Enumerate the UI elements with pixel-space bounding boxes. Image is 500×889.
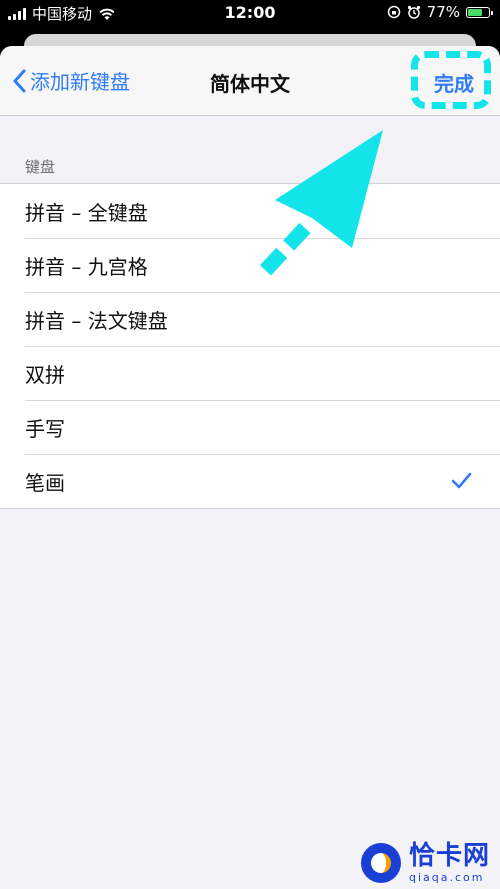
status-right: 77% xyxy=(387,3,493,21)
checkmark-icon xyxy=(451,472,472,489)
keyboard-label: 手写 xyxy=(25,416,65,441)
keyboard-row[interactable]: 双拼 xyxy=(0,346,500,400)
watermark-text: 恰卡网 qiaqa.com xyxy=(409,843,490,883)
status-bar: 中国移动 12:00 77% xyxy=(0,0,500,26)
keyboard-label: 拼音 – 全键盘 xyxy=(25,200,148,225)
watermark-logo-icon xyxy=(360,843,401,883)
keyboard-row[interactable]: 拼音 – 法文键盘 xyxy=(0,292,500,346)
keyboard-label: 拼音 – 九宫格 xyxy=(25,254,148,279)
battery-icon xyxy=(466,6,493,18)
section-header: 键盘 xyxy=(25,158,56,176)
keyboard-row[interactable]: 手写 xyxy=(0,400,500,454)
alarm-icon xyxy=(407,5,420,19)
keyboard-list: 拼音 – 全键盘 拼音 – 九宫格 拼音 – 法文键盘 双拼手写笔画 xyxy=(0,183,500,509)
keyboard-row[interactable]: 拼音 – 全键盘 xyxy=(0,184,500,238)
battery-percent: 77% xyxy=(426,3,460,21)
keyboard-sheet: 添加新键盘 简体中文 完成 键盘 拼音 – 全键盘 拼音 – 九宫格 拼音 – 法文… xyxy=(0,46,500,889)
keyboard-row[interactable]: 笔画 xyxy=(0,454,500,508)
keyboard-label: 拼音 – 法文键盘 xyxy=(25,308,168,333)
keyboard-label: 双拼 xyxy=(25,362,65,387)
watermark-subtitle: qiaqa.com xyxy=(408,871,485,884)
lock-rotation-icon xyxy=(387,5,400,19)
done-highlight-box xyxy=(411,51,491,109)
watermark-title: 恰卡网 xyxy=(408,841,490,871)
nav-bar: 添加新键盘 简体中文 完成 xyxy=(0,46,500,116)
watermark: 恰卡网 qiaqa.com xyxy=(360,843,490,883)
keyboard-row[interactable]: 拼音 – 九宫格 xyxy=(0,238,500,292)
battery-fill xyxy=(468,8,482,16)
keyboard-label: 笔画 xyxy=(25,470,65,495)
